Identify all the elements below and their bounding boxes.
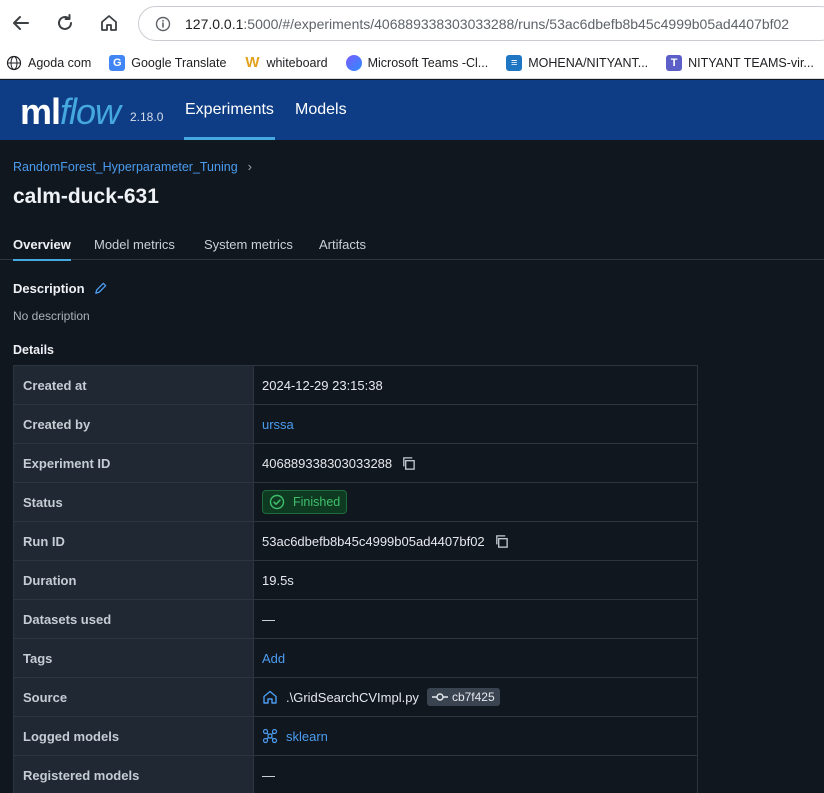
teams-icon: [345, 54, 362, 71]
bookmark-item[interactable]: G Google Translate: [109, 54, 227, 71]
logged-model-link[interactable]: sklearn: [286, 729, 328, 744]
page-title: calm-duck-631: [13, 185, 159, 208]
experiment-id-key: Experiment ID: [14, 444, 254, 482]
tab-bar: Overview Model metrics System metrics Ar…: [0, 232, 824, 261]
table-row: Run ID 53ac6dbefb8b45c4999b05ad4407bf02: [14, 522, 697, 561]
nav-models[interactable]: Models: [295, 80, 347, 140]
breadcrumb: RandomForest_Hyperparameter_Tuning ›: [13, 159, 252, 174]
bookmark-item[interactable]: Agoda com: [6, 55, 91, 71]
created-at-value: 2024-12-29 23:15:38: [262, 377, 383, 393]
experiment-id-value: 406889338303033288: [262, 455, 393, 471]
nav-experiments[interactable]: Experiments: [184, 80, 275, 140]
tab-overview[interactable]: Overview: [13, 237, 71, 261]
duration-value: 19.5s: [262, 572, 294, 588]
home-icon: [263, 690, 277, 704]
version-label: 2.18.0: [130, 110, 164, 124]
add-tag-link[interactable]: Add: [262, 651, 285, 666]
created-by-link[interactable]: urssa: [262, 417, 294, 432]
google-translate-icon: G: [109, 54, 126, 71]
git-commit-icon: [431, 693, 448, 701]
details-table: Created at 2024-12-29 23:15:38 Created b…: [13, 365, 698, 793]
breadcrumb-experiment-link[interactable]: RandomForest_Hyperparameter_Tuning: [13, 160, 238, 174]
source-key: Source: [14, 678, 254, 716]
status-text: Finished: [293, 495, 341, 509]
logo-flow: flow: [60, 91, 121, 132]
run-id-value: 53ac6dbefb8b45c4999b05ad4407bf02: [262, 533, 485, 549]
table-row: Tags Add: [14, 639, 697, 678]
logo-ml: ml: [20, 91, 61, 132]
logged-models-key: Logged models: [14, 717, 254, 755]
run-id-key: Run ID: [14, 522, 254, 560]
back-arrow-icon: [13, 16, 29, 30]
bookmark-item[interactable]: Microsoft Teams -Cl...: [345, 54, 489, 71]
copy-icon[interactable]: [401, 456, 416, 471]
datasets-key: Datasets used: [14, 600, 254, 638]
chevron-right-icon: ›: [247, 159, 252, 174]
tab-system-metrics[interactable]: System metrics: [204, 237, 293, 260]
check-circle-icon: [269, 494, 285, 510]
status-key: Status: [14, 483, 254, 521]
copy-icon[interactable]: [494, 534, 509, 549]
back-button[interactable]: [8, 10, 34, 36]
teams-icon: T: [666, 54, 683, 71]
bookmark-item[interactable]: W whiteboard: [244, 54, 328, 71]
registered-models-value: —: [262, 767, 275, 783]
description-label: Description: [13, 281, 85, 296]
browser-toolbar: 127.0.0.1:5000/#/experiments/40688933830…: [0, 0, 824, 47]
table-row: Datasets used —: [14, 600, 697, 639]
table-row: Created by urssa: [14, 405, 697, 444]
bookmark-label: whiteboard: [266, 55, 328, 70]
bookmark-label: MOHENA/NITYANT...: [528, 55, 649, 70]
description-value: No description: [13, 309, 90, 323]
registered-models-key: Registered models: [14, 756, 254, 793]
mlflow-logo[interactable]: mlflow: [20, 91, 121, 132]
details-heading: Details: [13, 343, 54, 357]
reload-button[interactable]: [52, 10, 78, 36]
created-at-key: Created at: [14, 366, 254, 404]
tab-model-metrics[interactable]: Model metrics: [94, 237, 175, 260]
source-value[interactable]: .\GridSearchCVImpl.py: [286, 690, 419, 705]
url-host: 127.0.0.1: [185, 15, 244, 32]
edit-pencil-icon[interactable]: [93, 281, 108, 296]
globe-icon: [6, 55, 22, 70]
status-badge: Finished: [262, 490, 348, 514]
url-path: :5000/#/experiments/406889338303033288/r…: [243, 15, 790, 32]
reload-icon: [58, 14, 72, 30]
bookmark-label: Agoda com: [28, 55, 92, 70]
tags-key: Tags: [14, 639, 254, 677]
home-button[interactable]: [96, 10, 122, 36]
created-by-key: Created by: [14, 405, 254, 443]
tab-artifacts[interactable]: Artifacts: [319, 237, 366, 260]
bookmarks-bar: Agoda com G Google Translate W whiteboar…: [0, 47, 824, 79]
bookmark-label: Microsoft Teams -Cl...: [367, 55, 489, 70]
datasets-value: —: [262, 611, 275, 627]
model-icon: [262, 728, 278, 744]
whiteboard-icon: W: [245, 54, 260, 71]
bookmark-label: NITYANT TEAMS-vir...: [688, 55, 814, 70]
table-row: Created at 2024-12-29 23:15:38: [14, 366, 697, 405]
description-heading: Description: [13, 281, 108, 296]
address-bar[interactable]: 127.0.0.1:5000/#/experiments/40688933830…: [138, 6, 824, 41]
bookmark-item[interactable]: T NITYANT TEAMS-vir...: [666, 54, 814, 71]
table-row: Experiment ID 406889338303033288: [14, 444, 697, 483]
table-row: Duration 19.5s: [14, 561, 697, 600]
duration-key: Duration: [14, 561, 254, 599]
bookmark-item[interactable]: ≡ MOHENA/NITYANT...: [506, 54, 649, 71]
home-icon: [101, 15, 117, 31]
document-icon: ≡: [506, 54, 523, 71]
commit-hash: cb7f425: [451, 690, 495, 704]
table-row: Status Finished: [14, 483, 697, 522]
app-header: mlflow 2.18.0 Experiments Models: [0, 80, 824, 140]
commit-badge[interactable]: cb7f425: [426, 688, 500, 706]
info-icon[interactable]: [155, 16, 171, 32]
table-row: Logged models sklearn: [14, 717, 697, 756]
table-row: Source .\GridSearchCVImpl.py cb7f425: [14, 678, 697, 717]
bookmark-label: Google Translate: [131, 55, 227, 70]
table-row: Registered models —: [14, 756, 697, 793]
